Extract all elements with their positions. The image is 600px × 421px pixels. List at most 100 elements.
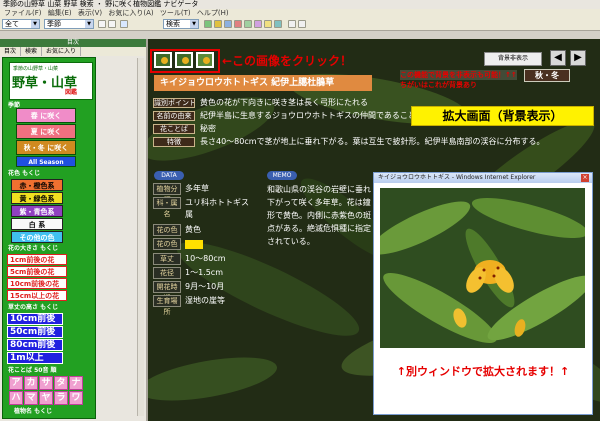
enlarged-image-window: キイジョウロウホトトギス - Windows Internet Explorer…	[373, 172, 593, 415]
enlarged-view-annotation: 拡大画面（背景表示）	[411, 106, 594, 126]
kana-ha-button[interactable]: ハ	[9, 391, 23, 405]
popup-caption: ↑別ウィンドウで拡大されます！↑	[396, 365, 570, 378]
summer-button[interactable]: 夏 に咲く	[16, 124, 76, 139]
tree-icon[interactable]	[244, 20, 252, 28]
tab-contents[interactable]: 目次	[0, 47, 22, 56]
flower-language-value: 秘密	[200, 124, 216, 133]
feature-label: 特徴	[153, 137, 195, 147]
other-color-button[interactable]: その他の色	[11, 231, 63, 243]
background-toggle-button[interactable]: 背景非表示	[484, 52, 542, 66]
size-15cm-button[interactable]: 15cm以上の花	[7, 290, 67, 301]
menu-edit[interactable]: 編集(E)	[48, 9, 72, 17]
kana-ka-button[interactable]: カ	[24, 376, 38, 390]
id-point-value: 黄色の花が下向きに咲き茎は長く弓形にたれる	[200, 98, 368, 107]
menu-tools[interactable]: ツール(T)	[160, 9, 191, 17]
thumbnail-2[interactable]	[175, 52, 193, 68]
menu-favorites[interactable]: お気に入り(A)	[108, 9, 153, 17]
search-select[interactable]: 検索 ▼	[163, 19, 199, 29]
id-point-label: 識別ポイント	[153, 98, 195, 108]
height-10cm-button[interactable]: 10cm前後	[7, 313, 63, 325]
thumbnail-3[interactable]	[196, 52, 214, 68]
popup-title: キイジョウロウホトトギス - Windows Internet Explorer	[374, 173, 592, 183]
color-heading: 花色 もくじ	[8, 170, 41, 177]
navigation-panel: 季節の山野草・山菜 野草・山草 図鑑 季節 春 に咲く 夏 に咲く 秋・冬 に咲…	[2, 57, 96, 419]
red-orange-button[interactable]: 赤・橙色系	[11, 179, 63, 191]
close-icon[interactable]: ×	[581, 174, 589, 182]
name-origin-label: 名前の由来	[153, 111, 195, 121]
family-label: 科・属名	[153, 197, 181, 218]
plant-name-index[interactable]: 植物名 もくじ	[11, 408, 52, 416]
fern-icon[interactable]	[274, 20, 282, 28]
kana-ra-button[interactable]: ラ	[54, 391, 68, 405]
plant-icon[interactable]	[204, 20, 212, 28]
size-1cm-button[interactable]: 1cm前後の花	[7, 254, 67, 265]
white-button[interactable]: 白 系	[11, 218, 63, 230]
bloom-period-label: 開花時期	[153, 281, 181, 302]
left-pane-tabs: 目次 検索 お気に入り	[0, 47, 146, 56]
habitat-value: 湿地の崖等	[185, 296, 225, 305]
all-season-button[interactable]: All Season	[16, 156, 76, 167]
flower-color-value: 黄色	[185, 225, 201, 234]
leaf-icon[interactable]	[224, 20, 232, 28]
forward-icon[interactable]	[108, 20, 116, 28]
category-select[interactable]: 全て ▼	[2, 19, 40, 29]
size-5cm-button[interactable]: 5cm前後の花	[7, 266, 67, 277]
tab-favorites[interactable]: お気に入り	[42, 47, 82, 56]
home-icon[interactable]	[120, 20, 128, 28]
left-scrollbar[interactable]	[137, 58, 144, 416]
print-icon[interactable]	[288, 20, 296, 28]
color-swatch	[185, 240, 203, 249]
height-50cm-button[interactable]: 50cm前後	[7, 326, 63, 338]
grass-icon[interactable]	[264, 20, 272, 28]
height-1m-button[interactable]: 1m以上	[7, 352, 63, 364]
copy-icon[interactable]	[298, 20, 306, 28]
purple-blue-button[interactable]: 紫・青色系	[11, 205, 63, 217]
height-80cm-button[interactable]: 80cm前後	[7, 339, 63, 351]
spring-button[interactable]: 春 に咲く	[16, 108, 76, 123]
left-panel: 季節の山野草・山菜 野草・山草 図鑑 季節 春 に咲く 夏 に咲く 秋・冬 に咲…	[0, 56, 146, 421]
season-badge: 秋・冬	[524, 69, 570, 82]
menu-file[interactable]: ファイル(F)	[4, 9, 42, 17]
herb-icon[interactable]	[254, 20, 262, 28]
bloom-period-value: 9月〜10月	[185, 282, 225, 291]
size-10cm-button[interactable]: 10cm前後の花	[7, 278, 67, 289]
plant-name-banner: キイジョウロウホトトギス 紀伊上臈杜鵑草	[154, 75, 372, 91]
kana-a-button[interactable]: ア	[9, 376, 23, 390]
window-title: 季節の山野草 山菜 野草 検索 ・ 野に咲く植物図鑑 ナビゲータ	[0, 0, 600, 9]
tab-search[interactable]: 検索	[21, 47, 43, 56]
kana-ta-button[interactable]: タ	[54, 376, 68, 390]
family-value: ユリ科ホトトギス属	[185, 198, 249, 219]
toolbar: 全て ▼ 季節 ▼ 検索 ▼	[0, 18, 600, 31]
feature-value: 長さ40〜80cmで茎が地上に垂れ下がる。葉は互生で披針形。紀伊半島南部の渓谷に…	[200, 137, 545, 146]
overlay-note: この機能で背景を非表示も可能！↑↑	[400, 70, 517, 80]
kana-ma-button[interactable]: マ	[24, 391, 38, 405]
kana-sa-button[interactable]: サ	[39, 376, 53, 390]
icon-strip	[0, 31, 600, 39]
kana-heading: 花ことば 50音 順	[8, 367, 57, 374]
flower-icon[interactable]	[214, 20, 222, 28]
enlarged-plant-photo[interactable]	[380, 188, 585, 348]
overlay-note-2: ちがいはこれが背景あり	[400, 81, 477, 89]
chevron-down-icon: ▼	[85, 20, 93, 28]
left-pane-header: 目次	[0, 39, 146, 47]
chevron-down-icon: ▼	[31, 20, 39, 28]
kana-ya-button[interactable]: ヤ	[39, 391, 53, 405]
menu-help[interactable]: ヘルプ(H)	[197, 9, 229, 17]
logo-badge: 図鑑	[65, 89, 78, 96]
autumn-winter-button[interactable]: 秋・冬 に咲く	[16, 140, 76, 155]
season-select[interactable]: 季節 ▼	[44, 19, 94, 29]
click-annotation: ←この画像をクリック！	[222, 54, 353, 68]
prev-arrow-icon[interactable]: ◀	[550, 50, 566, 66]
yellow-green-button[interactable]: 黄・緑色系	[11, 192, 63, 204]
menu-view[interactable]: 表示(V)	[78, 9, 102, 17]
next-arrow-icon[interactable]: ▶	[570, 50, 586, 66]
kana-wa-button[interactable]: ワ	[69, 391, 83, 405]
fruit-icon[interactable]	[234, 20, 242, 28]
habitat-label: 生育場所	[153, 295, 181, 316]
kana-na-button[interactable]: ナ	[69, 376, 83, 390]
back-icon[interactable]	[98, 20, 106, 28]
flower-color-swatch-label: 花の色	[153, 238, 181, 250]
menu-bar: ファイル(F) 編集(E) 表示(V) お気に入り(A) ツール(T) ヘルプ(…	[0, 9, 600, 18]
flower-size-heading: 花の大きさ もくじ	[8, 245, 59, 252]
thumbnail-1[interactable]	[154, 52, 172, 68]
